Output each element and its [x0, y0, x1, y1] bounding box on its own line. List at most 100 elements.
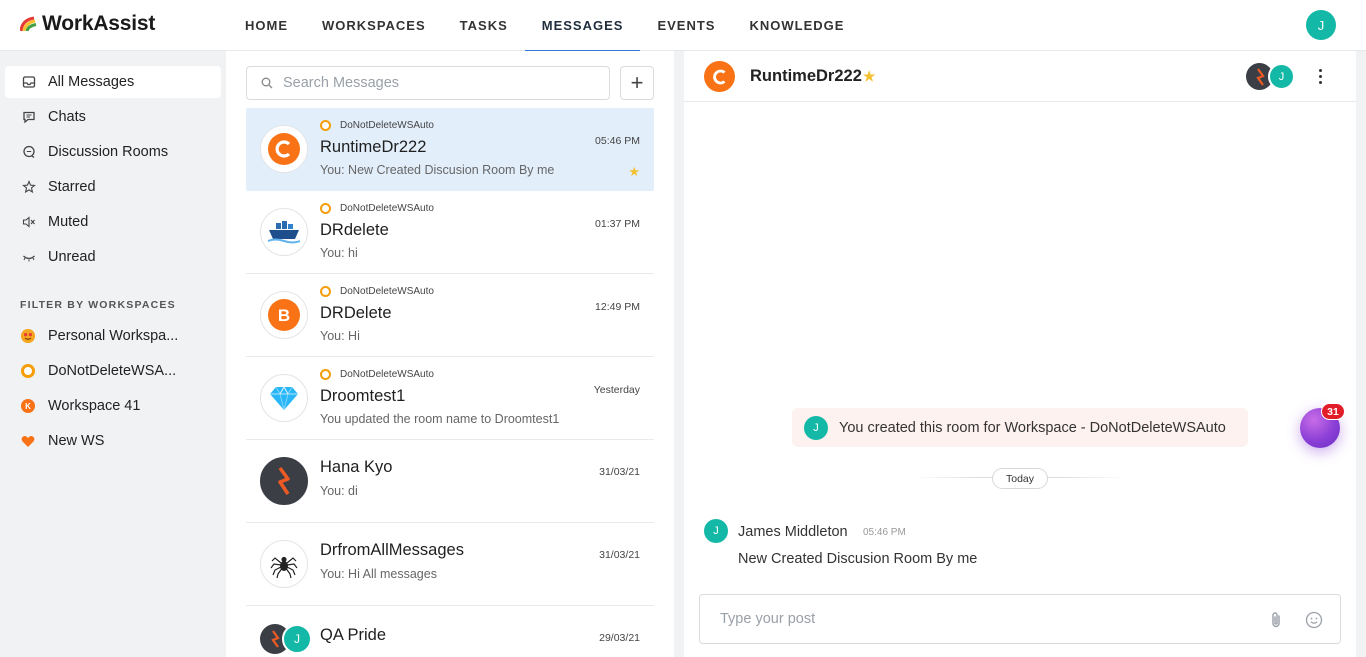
search-input[interactable]	[283, 75, 583, 91]
workspace-filter-donotdelete[interactable]: DoNotDeleteWSA...	[5, 355, 221, 387]
system-message: J You created this room for Workspace - …	[792, 408, 1248, 447]
ring-icon	[320, 286, 331, 297]
conversation-item[interactable]: DoNotDeleteWSAuto DRdelete You: hi 01:37…	[246, 191, 654, 274]
conversation-preview: You: di	[320, 484, 358, 498]
star-icon: ★	[862, 68, 876, 84]
sidebar-item-starred[interactable]: Starred	[5, 171, 221, 203]
letter-c-icon	[260, 125, 308, 173]
nav-tasks[interactable]: TASKS	[443, 0, 525, 51]
sidebar-item-all-messages[interactable]: All Messages	[5, 66, 221, 98]
sidebar-item-unread[interactable]: Unread	[5, 241, 221, 273]
sidebar-item-label: Discussion Rooms	[48, 144, 169, 160]
conversation-preview: You updated the room name to Droomtest1	[320, 412, 560, 426]
conversation-name: QA Pride	[320, 626, 387, 644]
member-avatar[interactable]: J	[1268, 63, 1295, 90]
app-logo[interactable]: WorkAssist	[20, 12, 155, 36]
room-title[interactable]: RuntimeDr222★	[750, 67, 875, 86]
workspace-filter-label: Workspace 41	[48, 398, 141, 414]
conversation-item[interactable]: DoNotDeleteWSAuto Droomtest1 You updated…	[246, 357, 654, 440]
inbox-icon	[22, 75, 36, 89]
conversation-preview: You: hi	[320, 246, 358, 260]
letter-b-icon: B	[260, 291, 308, 339]
message-time: 05:46 PM	[863, 527, 906, 538]
conversation-item[interactable]: J QA Pride 29/03/21	[246, 606, 654, 657]
sidebar-item-chats[interactable]: Chats	[5, 101, 221, 133]
chat-panel: RuntimeDr222★ J J You created this room …	[684, 51, 1356, 657]
conversation-time: 12:49 PM	[595, 301, 640, 313]
discussion-icon	[22, 145, 36, 159]
workspace-filter-new-ws[interactable]: New WS	[5, 425, 221, 457]
notification-count-badge: 31	[1321, 403, 1345, 420]
chat-header: RuntimeDr222★ J	[684, 51, 1356, 102]
user-avatar[interactable]: J	[1306, 10, 1336, 40]
emoji-icon[interactable]	[1305, 611, 1323, 629]
member-avatar: J	[282, 624, 312, 654]
heart-icon	[21, 434, 35, 448]
conversation-name: DRdelete	[320, 221, 389, 239]
unread-icon	[22, 250, 36, 264]
workspace-name: DoNotDeleteWSAuto	[340, 369, 434, 380]
avatar[interactable]: J	[704, 519, 728, 543]
k-badge-icon: K	[21, 399, 35, 413]
conversation-name: RuntimeDr222	[320, 138, 427, 156]
search-box	[246, 66, 610, 100]
workspace-name: DoNotDeleteWSAuto	[340, 203, 434, 214]
conversation-item[interactable]: DoNotDeleteWSAuto RuntimeDr222 You: New …	[246, 108, 654, 191]
ring-icon	[320, 369, 331, 380]
conversation-workspace: DoNotDeleteWSAuto	[320, 286, 434, 297]
top-navigation-bar: WorkAssist HOME WORKSPACES TASKS MESSAGE…	[0, 0, 1366, 52]
more-options-icon[interactable]	[1310, 65, 1330, 87]
panel-divider	[1356, 51, 1366, 657]
conversation-item[interactable]: B DoNotDeleteWSAuto DRDelete You: Hi 12:…	[246, 274, 654, 357]
conversation-preview: You: Hi All messages	[320, 567, 437, 581]
nav-messages[interactable]: MESSAGES	[524, 0, 641, 52]
paperclip-icon[interactable]	[1268, 611, 1284, 629]
new-conversation-button[interactable]: +	[620, 66, 654, 100]
diamond-icon	[260, 374, 308, 422]
spider-icon	[260, 540, 308, 588]
conversation-name: Droomtest1	[320, 387, 406, 405]
message-author[interactable]: James Middleton	[738, 524, 848, 540]
sidebar-item-label: Muted	[48, 214, 89, 230]
conversation-item[interactable]: DrfromAllMessages You: Hi All messages 3…	[246, 523, 654, 606]
conversation-item[interactable]: Hana Kyo You: di 31/03/21	[246, 440, 654, 523]
sidebar-item-discussion-rooms[interactable]: Discussion Rooms	[5, 136, 221, 168]
conversation-time: 01:37 PM	[595, 218, 640, 230]
conversation-workspace: DoNotDeleteWSAuto	[320, 120, 434, 131]
app-name: WorkAssist	[42, 12, 156, 35]
ring-icon	[21, 364, 35, 378]
nav-knowledge[interactable]: KNOWLEDGE	[732, 0, 861, 51]
sidebar-item-muted[interactable]: Muted	[5, 206, 221, 238]
sidebar-item-label: Unread	[48, 249, 96, 265]
nav-events[interactable]: EVENTS	[640, 0, 732, 51]
day-label: Today	[992, 468, 1048, 489]
rainbow-logo-icon	[20, 16, 37, 32]
chat-icon	[22, 110, 36, 124]
post-input[interactable]	[720, 611, 1250, 627]
conversation-name: DRDelete	[320, 304, 392, 322]
system-message-text: You created this room for Workspace - Do…	[839, 419, 1226, 436]
conversation-preview: You: Hi	[320, 329, 360, 343]
star-icon	[22, 180, 36, 194]
nav-home[interactable]: HOME	[228, 0, 305, 51]
workspace-filter-workspace-41[interactable]: K Workspace 41	[5, 390, 221, 422]
workspace-name: DoNotDeleteWSAuto	[340, 120, 434, 131]
conversation-time: 31/03/21	[599, 549, 640, 561]
emoji-face-icon	[21, 329, 35, 343]
letter-c-icon	[704, 61, 735, 92]
ship-icon	[260, 208, 308, 256]
muted-icon	[22, 215, 36, 229]
messages-sidebar: All Messages Chats Discussion Rooms Star…	[0, 51, 226, 657]
workspace-filter-label: Personal Workspa...	[48, 328, 179, 344]
message-text: New Created Discusion Room By me	[738, 551, 978, 567]
sidebar-item-label: All Messages	[48, 74, 135, 90]
conversation-preview: You: New Created Discusion Room By me	[320, 163, 555, 177]
filter-by-workspaces-heading: FILTER BY WORKSPACES	[20, 299, 176, 311]
conversation-time: Yesterday	[593, 384, 640, 396]
svg-text:B: B	[278, 306, 290, 325]
nav-workspaces[interactable]: WORKSPACES	[305, 0, 443, 51]
room-name: RuntimeDr222	[750, 67, 862, 85]
message-composer	[699, 594, 1341, 644]
workspace-filter-personal[interactable]: Personal Workspa...	[5, 320, 221, 352]
conversation-workspace: DoNotDeleteWSAuto	[320, 203, 434, 214]
